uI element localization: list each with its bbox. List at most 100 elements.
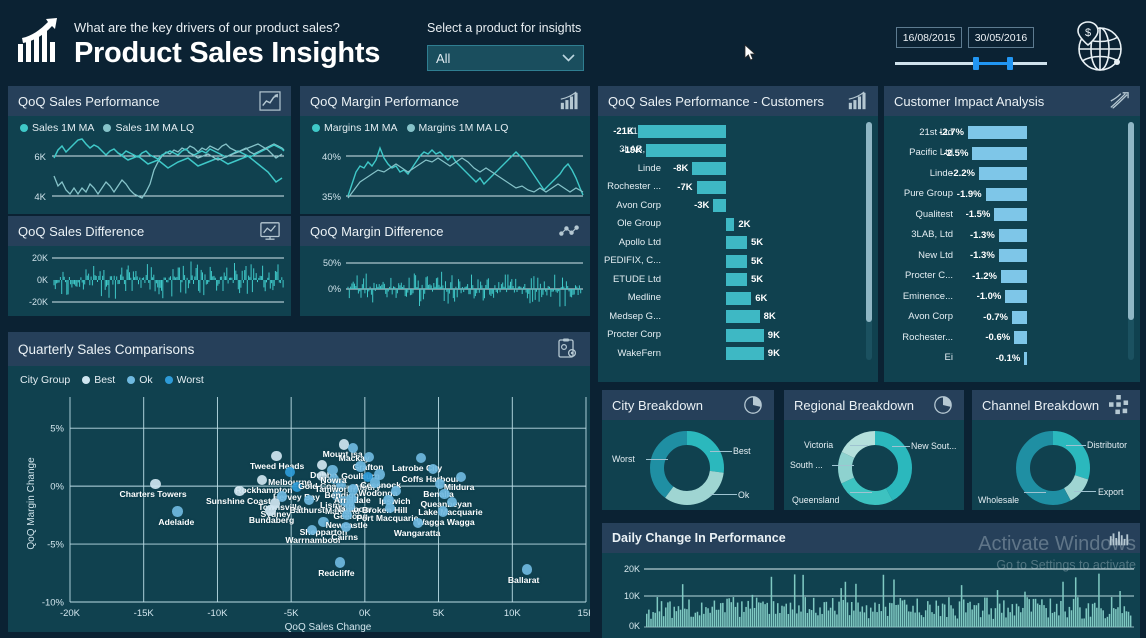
table-row[interactable]: Procter C... -1.2% xyxy=(890,266,1128,287)
value-bar[interactable] xyxy=(696,180,726,194)
city-slice-label-ok: Ok xyxy=(738,490,750,500)
table-row[interactable]: Ei -0.1% xyxy=(890,348,1128,369)
value-bar[interactable] xyxy=(1001,269,1028,283)
value-bar[interactable] xyxy=(726,273,747,286)
value-bar[interactable] xyxy=(726,236,747,249)
table-row[interactable]: Apollo Ltd 5K xyxy=(604,233,866,252)
table-row[interactable]: Rochester... -0.6% xyxy=(890,327,1128,348)
date-slider-handle-right[interactable] xyxy=(1007,57,1013,70)
chart-monitor-icon[interactable] xyxy=(259,221,281,241)
table-row[interactable]: New Ltd -1.3% xyxy=(890,245,1128,266)
scatter-point[interactable] xyxy=(427,463,438,474)
value-bar[interactable] xyxy=(1012,310,1028,324)
scatter-link-icon[interactable] xyxy=(558,221,580,241)
value-bar[interactable] xyxy=(726,254,747,268)
value-bar[interactable] xyxy=(726,291,752,305)
channel-breakdown-donut[interactable] xyxy=(1014,430,1092,506)
column-chart-icon[interactable] xyxy=(1108,528,1130,548)
table-row[interactable]: Eminence... -1.0% xyxy=(890,286,1128,307)
table-row[interactable]: Pacific Ltd -2.5% xyxy=(890,143,1128,164)
table-row[interactable]: Medsep G... 8K xyxy=(604,307,866,326)
legend-label: Sales 1M MA xyxy=(32,122,95,134)
pie-chart-icon[interactable] xyxy=(742,395,764,415)
date-from-input[interactable]: 16/08/2015 xyxy=(896,27,962,48)
bar-chart-icon[interactable] xyxy=(558,91,580,111)
date-range-slider[interactable] xyxy=(895,57,1047,70)
value-bar[interactable] xyxy=(998,249,1028,262)
customer-name: Rochester... xyxy=(902,331,953,343)
scatter-plot-area[interactable]: -20K -15K -10K -5K 0K 5K 10K 15K 5% 0% -5% -10% QoQ … xyxy=(8,332,590,632)
scatter-point[interactable] xyxy=(521,564,533,575)
value-bar[interactable] xyxy=(979,167,1028,180)
table-row[interactable]: Qualitest -1.5% xyxy=(890,204,1128,225)
scatter-point[interactable] xyxy=(271,450,282,462)
table-row[interactable]: PEDIFIX, C... 5K xyxy=(604,252,866,271)
customer-list-scrollbar[interactable] xyxy=(866,122,872,360)
scatter-point[interactable] xyxy=(172,506,183,517)
svg-text:QoQ Sales Change: QoQ Sales Change xyxy=(285,622,372,632)
value-bar[interactable] xyxy=(972,146,1028,160)
value-bar[interactable] xyxy=(713,199,726,212)
scrollbar-thumb[interactable] xyxy=(1128,122,1134,320)
table-row[interactable]: 3LAB, Ltd -1.3% xyxy=(890,225,1128,246)
table-row[interactable]: Avon Corp -3K xyxy=(604,196,866,215)
table-row[interactable]: ETUDE Ltd 5K xyxy=(604,270,866,289)
svg-text:50%: 50% xyxy=(323,258,341,268)
value-bar[interactable] xyxy=(637,125,726,138)
value-bar[interactable] xyxy=(1005,290,1028,303)
date-to-input[interactable]: 30/05/2016 xyxy=(968,27,1034,48)
table-row[interactable]: Medline 6K xyxy=(604,289,866,308)
scatter-point[interactable] xyxy=(455,471,466,482)
network-nodes-icon[interactable] xyxy=(1108,395,1130,415)
value-bar[interactable] xyxy=(998,228,1028,242)
table-row[interactable]: Avon Corp -0.7% xyxy=(890,307,1128,328)
svg-text:40%: 40% xyxy=(322,152,342,163)
date-slider-handle-left[interactable] xyxy=(973,57,979,70)
table-row[interactable]: WakeFern 9K xyxy=(604,344,866,363)
value-bar[interactable] xyxy=(1014,331,1028,344)
pie-chart-icon[interactable] xyxy=(932,395,954,415)
value-bar[interactable] xyxy=(985,187,1028,201)
value-bar[interactable] xyxy=(646,143,726,157)
ribbon-chart-icon[interactable] xyxy=(1108,91,1130,111)
table-row[interactable]: Pure Group -1.9% xyxy=(890,184,1128,205)
value-bar[interactable] xyxy=(994,208,1028,221)
value-bar[interactable] xyxy=(692,162,726,175)
table-row[interactable]: Rochester ... -7K xyxy=(604,178,866,197)
customer-name: Pure Group xyxy=(903,188,953,200)
scrollbar-thumb[interactable] xyxy=(866,122,872,322)
svg-text:0K: 0K xyxy=(359,608,371,619)
scatter-point[interactable] xyxy=(327,464,338,476)
regional-slice-label-vic: Victoria xyxy=(804,440,834,450)
value-bar[interactable] xyxy=(726,310,760,323)
scatter-point[interactable] xyxy=(340,521,351,532)
value-bar[interactable] xyxy=(726,217,735,231)
scatter-point[interactable] xyxy=(390,485,401,496)
impact-list-scrollbar[interactable] xyxy=(1128,122,1134,360)
value-bar[interactable] xyxy=(1024,351,1028,365)
table-row[interactable]: Linde -2.2% xyxy=(890,163,1128,184)
value-label: -2.5% xyxy=(943,147,969,159)
table-row[interactable]: Procter Corp 9K xyxy=(604,326,866,345)
customer-bar-list[interactable]: 21st Ltd-21K3LAB, Ltd-19K Linde -8K Rochest… xyxy=(604,122,866,363)
scatter-point[interactable] xyxy=(303,494,314,506)
table-row[interactable]: 21st Ltd-21K xyxy=(604,122,866,141)
table-row[interactable]: Ole Group 2K xyxy=(604,215,866,234)
scatter-point[interactable] xyxy=(150,478,161,489)
regional-breakdown-donut[interactable] xyxy=(836,430,914,506)
table-row[interactable]: 21st Ltd -2.7% xyxy=(890,122,1128,143)
scatter-point[interactable] xyxy=(437,506,449,517)
table-row[interactable]: 3LAB, Ltd -19K xyxy=(604,141,866,160)
value-bar[interactable] xyxy=(726,347,764,360)
product-slicer[interactable]: All xyxy=(427,45,584,71)
table-row[interactable]: Linde -8K xyxy=(604,159,866,178)
value-bar[interactable] xyxy=(726,328,764,342)
value-label: -1.3% xyxy=(969,250,995,261)
customer-impact-bar-list[interactable]: 21st Ltd -2.7% Pacific Ltd -2.5% Linde -2.2% P… xyxy=(890,122,1128,368)
scatter-point[interactable] xyxy=(334,557,345,568)
bar-chart-icon[interactable] xyxy=(846,91,868,111)
line-chart-icon[interactable] xyxy=(259,91,281,111)
legend-margins: Margins 1M MA Margins 1M MA LQ xyxy=(312,122,508,134)
value-bar[interactable] xyxy=(968,126,1028,139)
scatter-point[interactable] xyxy=(234,485,245,496)
